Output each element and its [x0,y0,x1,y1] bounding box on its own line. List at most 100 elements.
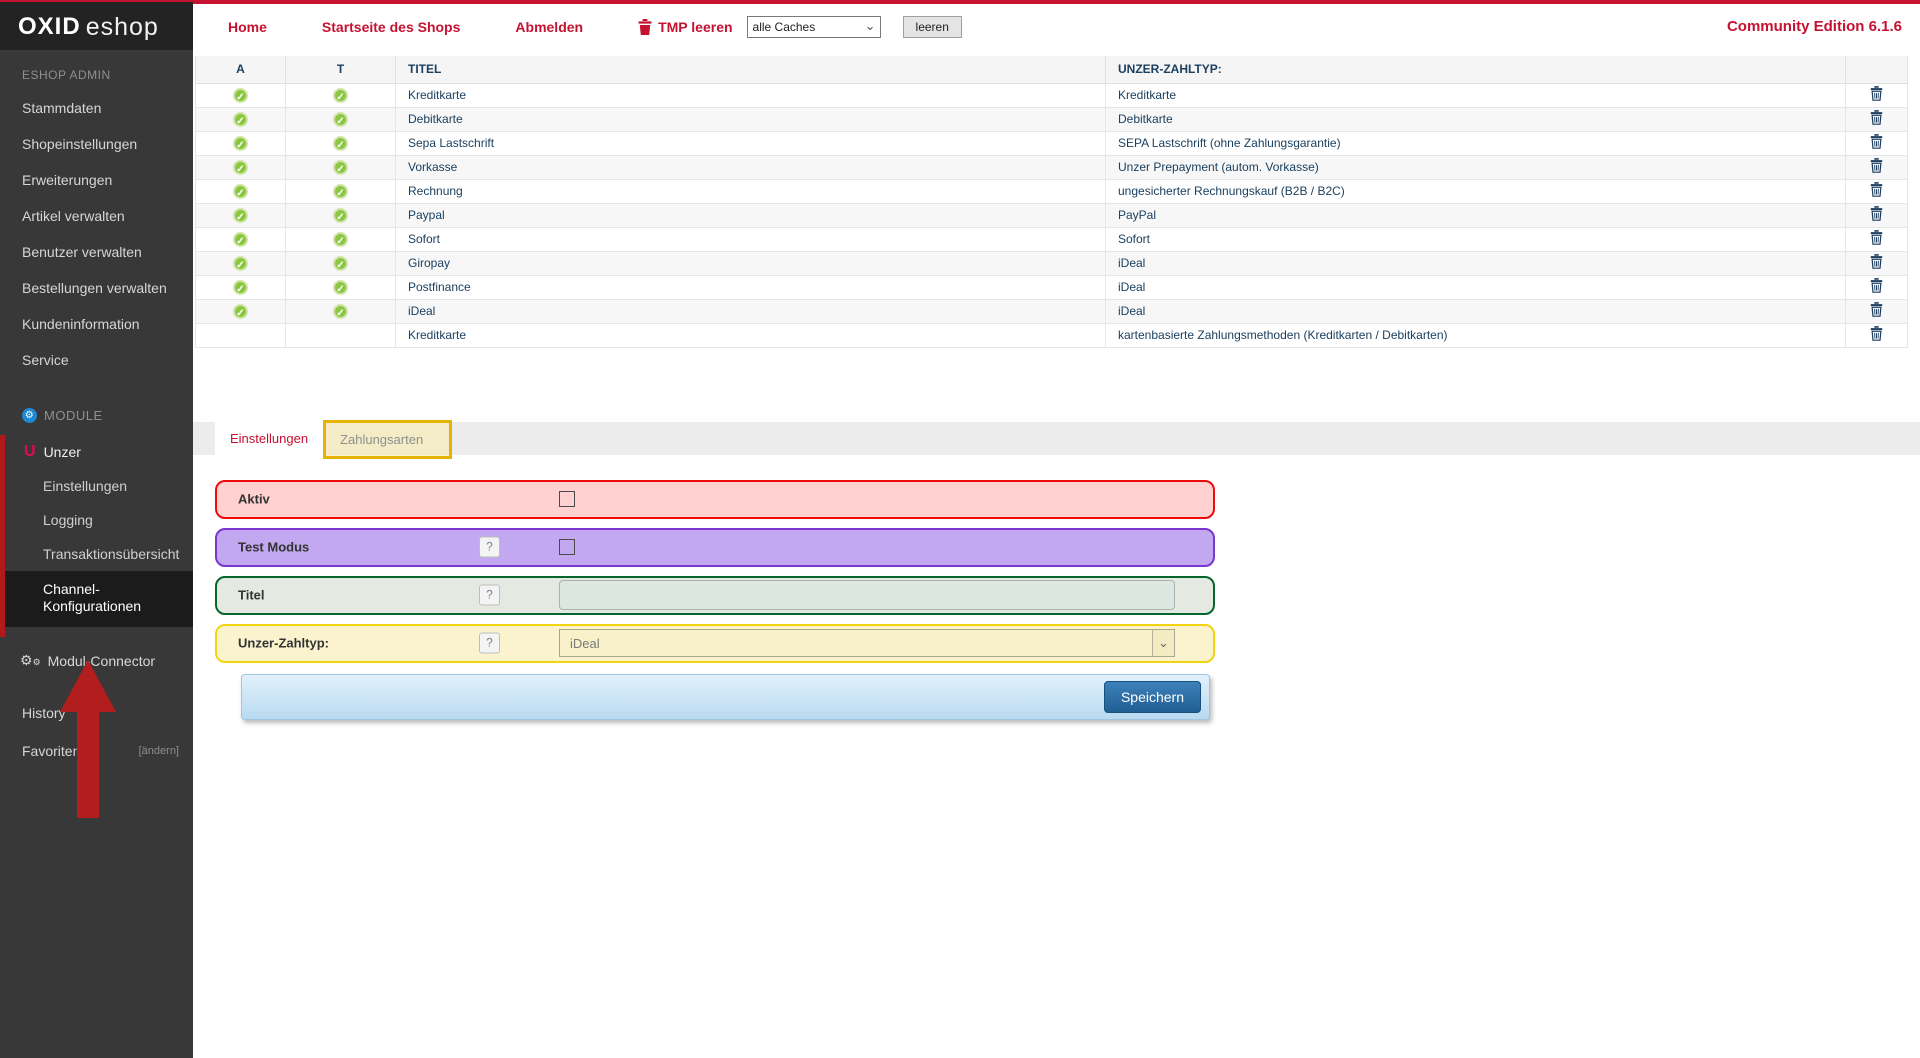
active-check-icon[interactable]: ✓ [233,208,248,223]
titel-help-button[interactable]: ? [479,585,500,606]
test-check-icon[interactable]: ✓ [333,232,348,247]
unzer-zahltyp-help-button[interactable]: ? [479,633,500,654]
active-check-icon[interactable]: ✓ [233,256,248,271]
active-check-icon[interactable]: ✓ [233,112,248,127]
sidebar-item-modul-connector[interactable]: ⚙⚙ Modul-Connector [0,637,193,679]
sidebar-item-logging[interactable]: Logging [5,503,193,537]
sidebar-item-shopeinstellungen[interactable]: Shopeinstellungen [0,126,193,162]
table-row[interactable]: ✓ ✓ Rechnung ungesicherter Rechnungskauf… [196,179,1908,203]
tmp-leeren-link[interactable]: TMP leeren [658,19,732,35]
logout-link[interactable]: Abmelden [515,19,583,35]
test-check-icon[interactable]: ✓ [333,88,348,103]
delete-cell [1846,155,1908,179]
test-check-icon[interactable]: ✓ [333,304,348,319]
titel-cell[interactable]: Debitkarte [396,107,1106,131]
form-row-unzer-zahltyp: Unzer-Zahltyp: ? iDeal ⌄ [215,624,1215,663]
delete-row-button[interactable] [1870,206,1883,221]
unzer-menu-group: U Unzer Einstellungen Logging Transaktio… [0,435,193,637]
home-link[interactable]: Home [228,19,267,35]
delete-row-button[interactable] [1870,302,1883,317]
aktiv-checkbox[interactable] [559,491,575,507]
test-check-icon[interactable]: ✓ [333,184,348,199]
titel-input[interactable] [559,580,1175,610]
speichern-button[interactable]: Speichern [1104,681,1201,713]
test-modus-checkbox[interactable] [559,539,575,555]
sidebar-item-bestellungen-verwalten[interactable]: Bestellungen verwalten [0,270,193,306]
delete-row-button[interactable] [1870,182,1883,197]
titel-cell[interactable]: Postfinance [396,275,1106,299]
sidebar-item-einstellungen[interactable]: Einstellungen [5,469,193,503]
tab-strip: Einstellungen Zahlungsarten [193,422,1920,455]
modul-connector-label: Modul-Connector [48,653,155,669]
titel-cell[interactable]: Paypal [396,203,1106,227]
active-check-icon[interactable]: ✓ [233,280,248,295]
sidebar-item-unzer[interactable]: U Unzer [5,435,193,469]
table-row[interactable]: ✓ ✓ Sepa Lastschrift SEPA Lastschrift (o… [196,131,1908,155]
test-check-icon[interactable]: ✓ [333,208,348,223]
titel-cell[interactable]: iDeal [396,299,1106,323]
test-check-icon[interactable]: ✓ [333,136,348,151]
table-row[interactable]: ✓ ✓ Postfinance iDeal [196,275,1908,299]
module-section-label: MODULE [44,408,103,423]
sidebar-item-channel-konfigurationen[interactable]: Channel- Konfigurationen [5,571,193,627]
delete-row-button[interactable] [1870,230,1883,245]
favoriten-label: Favoriten [22,743,80,759]
titel-cell[interactable]: Vorkasse [396,155,1106,179]
tab-zahlungsarten[interactable]: Zahlungsarten [326,423,449,456]
active-cell: ✓ [196,227,286,251]
unzer-zahltyp-select[interactable]: iDeal ⌄ [559,629,1175,657]
favoriten-aendern-link[interactable]: [ändern] [139,745,179,757]
titel-cell[interactable]: Kreditkarte [396,323,1106,347]
delete-row-button[interactable] [1870,110,1883,125]
delete-row-button[interactable] [1870,158,1883,173]
sidebar-item-kundeninformation[interactable]: Kundeninformation [0,306,193,342]
sidebar-item-transaktions-bersicht[interactable]: Transaktionsübersicht [5,537,193,571]
table-row[interactable]: Kreditkarte kartenbasierte Zahlungsmetho… [196,323,1908,347]
active-check-icon[interactable]: ✓ [233,184,248,199]
test-check-icon[interactable]: ✓ [333,112,348,127]
test-modus-label: Test Modus [238,540,309,555]
sidebar-item-stammdaten[interactable]: Stammdaten [0,90,193,126]
header-unzer-zahltyp[interactable]: UNZER-ZAHLTYP: [1106,56,1846,83]
sidebar-item-service[interactable]: Service [0,342,193,378]
table-row[interactable]: ✓ ✓ Kreditkarte Kreditkarte [196,83,1908,107]
table-row[interactable]: ✓ ✓ Debitkarte Debitkarte [196,107,1908,131]
tab-einstellungen[interactable]: Einstellungen [215,422,323,455]
delete-cell [1846,299,1908,323]
test-check-icon[interactable]: ✓ [333,280,348,295]
test-check-icon[interactable]: ✓ [333,256,348,271]
zahltyp-cell: iDeal [1106,299,1846,323]
table-row[interactable]: ✓ ✓ Vorkasse Unzer Prepayment (autom. Vo… [196,155,1908,179]
delete-row-button[interactable] [1870,326,1883,341]
active-check-icon[interactable]: ✓ [233,232,248,247]
shop-frontend-link[interactable]: Startseite des Shops [322,19,461,35]
titel-cell[interactable]: Sepa Lastschrift [396,131,1106,155]
test-check-icon[interactable]: ✓ [333,160,348,175]
titel-cell[interactable]: Giropay [396,251,1106,275]
delete-row-button[interactable] [1870,278,1883,293]
unzer-zahltyp-label: Unzer-Zahltyp: [238,636,329,651]
active-check-icon[interactable]: ✓ [233,88,248,103]
table-row[interactable]: ✓ ✓ Giropay iDeal [196,251,1908,275]
active-check-icon[interactable]: ✓ [233,304,248,319]
sidebar-item-erweiterungen[interactable]: Erweiterungen [0,162,193,198]
sidebar-item-artikel-verwalten[interactable]: Artikel verwalten [0,198,193,234]
table-row[interactable]: ✓ ✓ Paypal PayPal [196,203,1908,227]
active-check-icon[interactable]: ✓ [233,160,248,175]
sidebar-item-benutzer-verwalten[interactable]: Benutzer verwalten [0,234,193,270]
header-titel[interactable]: TITEL [396,56,1106,83]
sidebar-item-history[interactable]: History [0,693,193,731]
delete-row-button[interactable] [1870,254,1883,269]
titel-cell[interactable]: Kreditkarte [396,83,1106,107]
titel-cell[interactable]: Sofort [396,227,1106,251]
delete-row-button[interactable] [1870,134,1883,149]
cache-select[interactable]: alle Caches ⌄ [747,16,881,38]
test-modus-help-button[interactable]: ? [479,537,500,558]
leeren-button[interactable]: leeren [903,16,962,38]
table-row[interactable]: ✓ ✓ Sofort Sofort [196,227,1908,251]
active-check-icon[interactable]: ✓ [233,136,248,151]
delete-row-button[interactable] [1870,86,1883,101]
titel-cell[interactable]: Rechnung [396,179,1106,203]
table-row[interactable]: ✓ ✓ iDeal iDeal [196,299,1908,323]
sidebar-item-favoriten[interactable]: Favoriten [ändern] [0,731,193,769]
